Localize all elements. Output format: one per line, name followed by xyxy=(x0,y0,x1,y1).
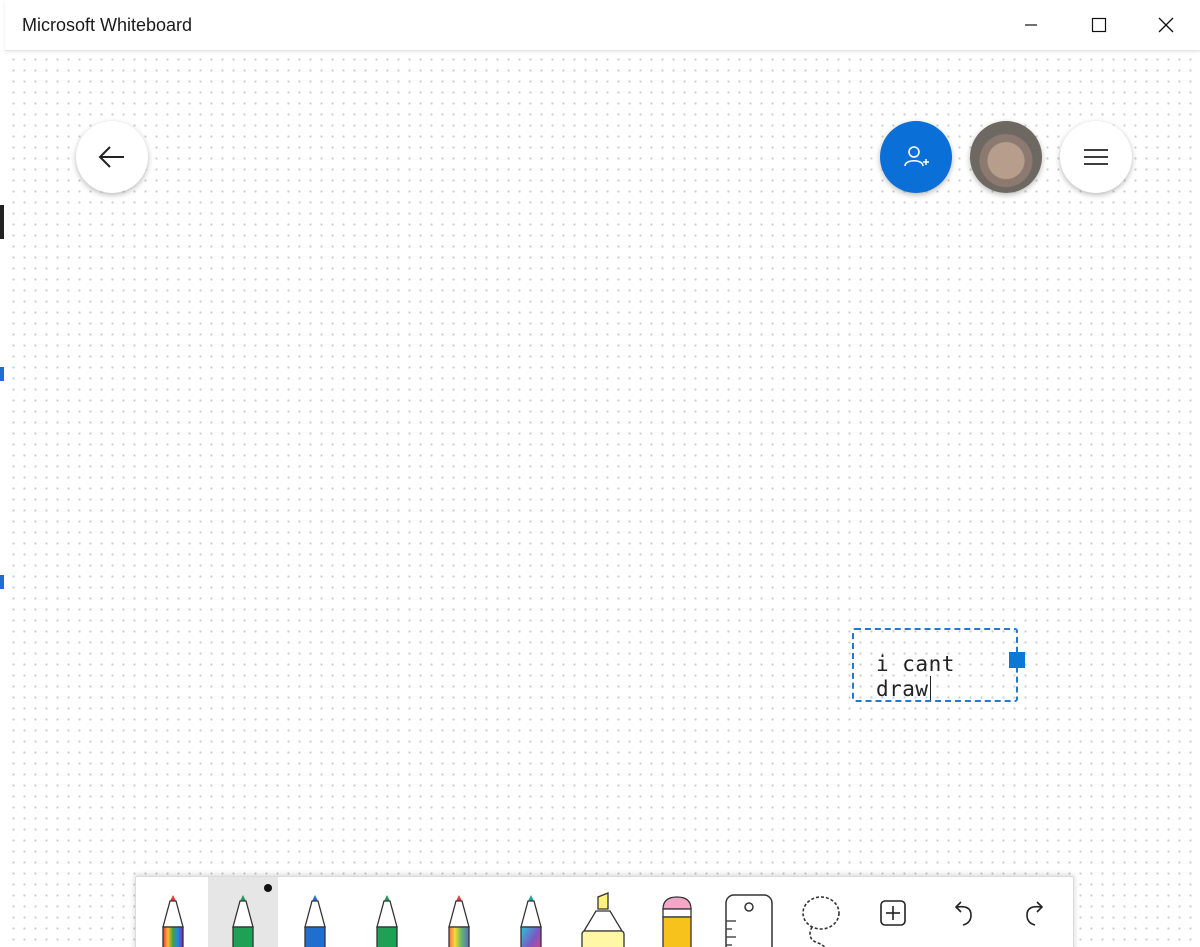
undo-icon xyxy=(954,901,972,926)
green-pen-tool[interactable] xyxy=(208,877,278,947)
back-arrow-icon xyxy=(98,146,124,168)
undo-button[interactable] xyxy=(928,877,998,947)
eraser-icon xyxy=(662,896,692,947)
selected-indicator-dot xyxy=(264,884,272,892)
title-bar: Microsoft Whiteboard xyxy=(5,0,1200,51)
text-box-content[interactable]: i cant draw xyxy=(876,652,1016,701)
blue-pen-tool[interactable] xyxy=(280,877,350,947)
user-avatar[interactable] xyxy=(970,121,1042,193)
maximize-icon xyxy=(1091,17,1107,33)
blue-pen-icon xyxy=(304,895,326,947)
eraser-tool[interactable] xyxy=(642,877,712,947)
menu-button[interactable] xyxy=(1060,121,1132,193)
whiteboard-canvas[interactable] xyxy=(5,51,1200,947)
green-pen-icon xyxy=(376,895,398,947)
rainbow-pen-icon xyxy=(162,895,184,947)
minimize-button[interactable] xyxy=(997,0,1065,50)
minimize-icon xyxy=(1025,24,1037,26)
lasso-select-tool[interactable] xyxy=(786,877,856,947)
redo-icon xyxy=(1026,901,1044,926)
rainbow-pen-2-tool[interactable] xyxy=(424,877,494,947)
highlighter-tool[interactable] xyxy=(568,877,638,947)
green-pen-icon xyxy=(232,895,254,947)
close-button[interactable] xyxy=(1132,0,1200,50)
back-button[interactable] xyxy=(76,121,148,193)
text-caret xyxy=(929,676,931,700)
hamburger-menu-icon xyxy=(1084,149,1108,165)
galaxy-pen-icon xyxy=(520,895,542,947)
green-pen-2-tool[interactable] xyxy=(352,877,422,947)
whiteboard-window: Microsoft Whiteboard i cant draw xyxy=(0,0,1200,947)
galaxy-pen-tool[interactable] xyxy=(496,877,566,947)
text-box[interactable]: i cant draw xyxy=(852,628,1025,702)
rainbow-pen-tool[interactable] xyxy=(138,877,208,947)
window-title: Microsoft Whiteboard xyxy=(22,15,193,35)
maximize-button[interactable] xyxy=(1065,0,1133,50)
redo-button[interactable] xyxy=(1000,877,1070,947)
invite-button[interactable] xyxy=(880,121,952,193)
add-person-icon xyxy=(904,146,929,167)
resize-handle[interactable] xyxy=(1009,652,1025,668)
highlighter-icon xyxy=(581,892,625,947)
ruler-icon xyxy=(725,894,773,947)
add-button[interactable] xyxy=(858,877,928,947)
ink-toolbar xyxy=(135,876,1074,947)
close-icon xyxy=(1158,17,1174,33)
rainbow-pen-icon xyxy=(448,895,470,947)
lasso-icon xyxy=(802,896,840,947)
add-icon xyxy=(880,900,906,926)
ruler-tool[interactable] xyxy=(714,877,784,947)
